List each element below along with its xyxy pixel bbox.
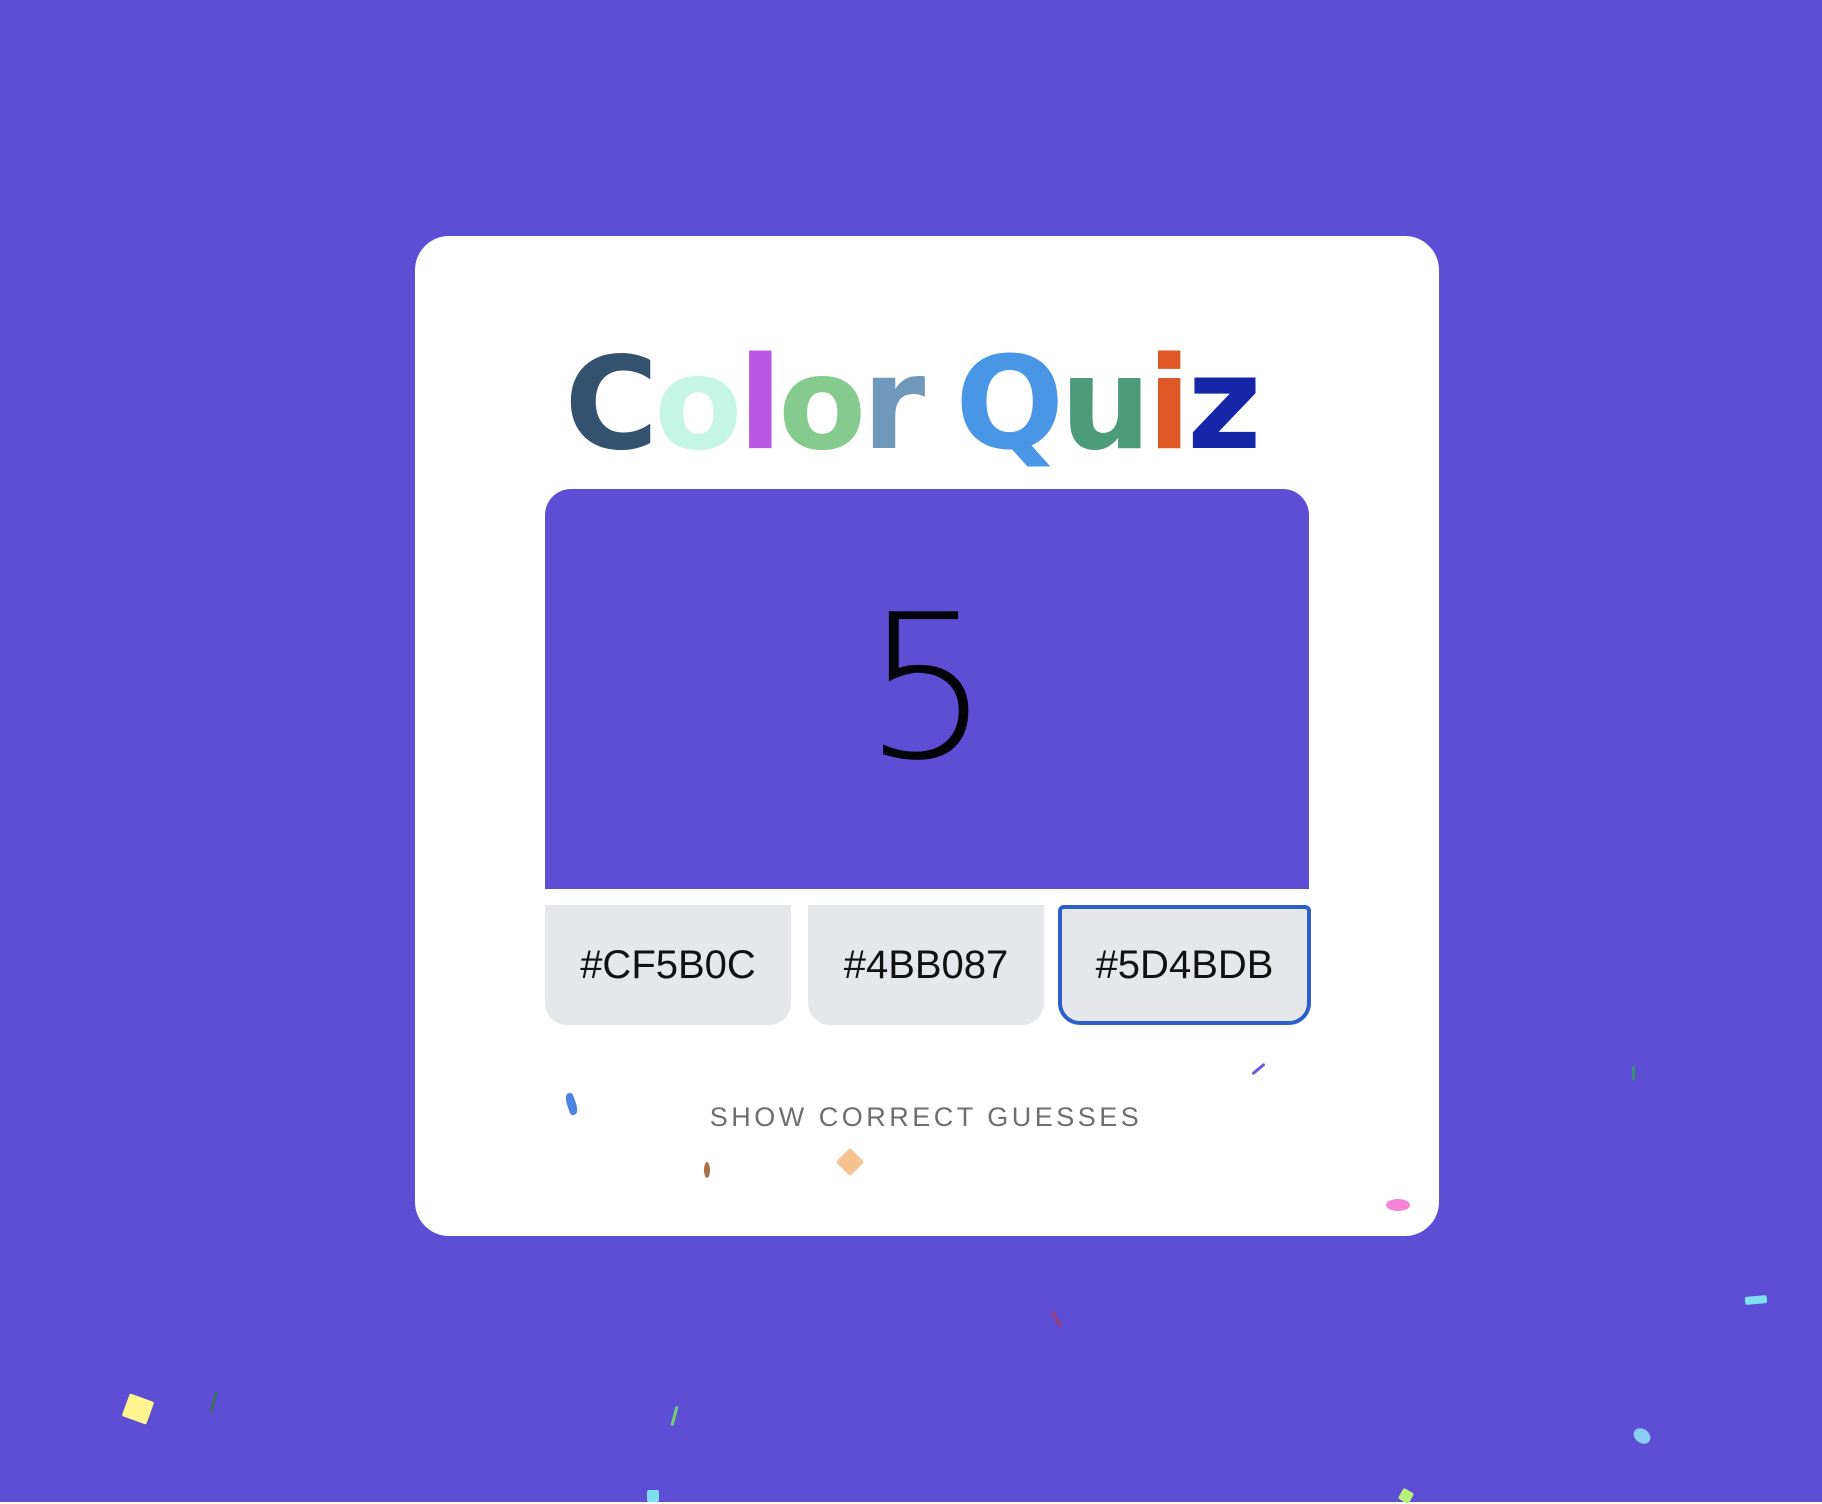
option-label: #CF5B0C [580, 942, 756, 987]
title-letter: i [1147, 330, 1191, 479]
title-letter [921, 330, 955, 480]
color-swatch: 5 [545, 489, 1309, 889]
countdown-timer: 5 [863, 572, 991, 805]
title-letter: l [738, 330, 782, 479]
show-correct-guesses-link[interactable]: SHOW CORRECT GUESSES [0, 1102, 1822, 1133]
option-button-3[interactable]: #5D4BDB [1058, 905, 1311, 1025]
title-letter: u [1060, 330, 1151, 479]
option-button-2[interactable]: #4BB087 [808, 905, 1044, 1025]
title-letter: o [654, 330, 742, 479]
option-label: #5D4BDB [1095, 942, 1274, 987]
title-letter: Q [955, 330, 1064, 479]
title-letter: z [1187, 330, 1261, 479]
title-letter: C [564, 330, 658, 479]
title-letter: o [778, 330, 866, 479]
confetti-piece [1386, 1199, 1410, 1211]
title-letter: r [862, 330, 925, 479]
page-title: Color Quiz [0, 330, 1822, 480]
confetti-piece [704, 1162, 710, 1178]
confetti-piece [1632, 1066, 1635, 1080]
option-button-1[interactable]: #CF5B0C [545, 905, 791, 1025]
confetti-piece [647, 1490, 659, 1502]
option-label: #4BB087 [843, 942, 1009, 987]
answer-options: #CF5B0C #4BB087 #5D4BDB [545, 905, 1311, 1025]
